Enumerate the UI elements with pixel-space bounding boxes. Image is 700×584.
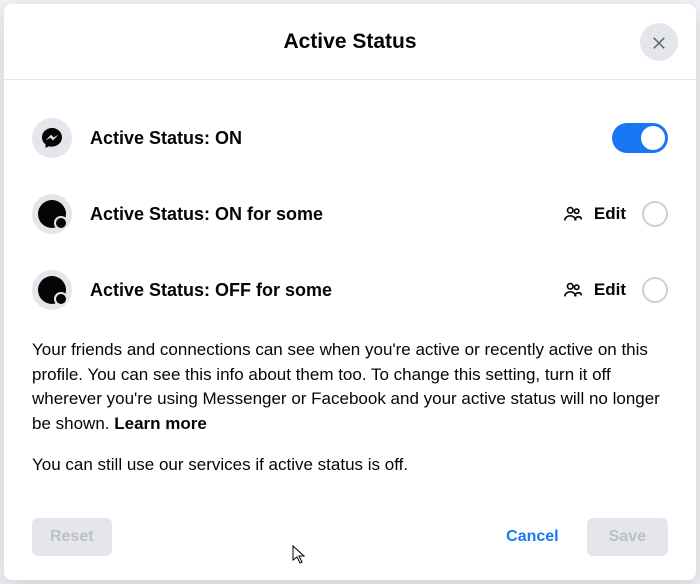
learn-more-link[interactable]: Learn more — [114, 414, 207, 433]
modal-body: Active Status: ON Active Status: ON for … — [4, 80, 696, 502]
row-off-some-label: Active Status: OFF for some — [90, 280, 562, 301]
modal-title: Active Status — [283, 30, 416, 54]
active-status-modal: Active Status Active Status: ON Active S… — [4, 4, 696, 580]
messenger-icon — [32, 118, 72, 158]
modal-footer: Reset Cancel Save — [4, 502, 696, 580]
description-text: Your friends and connections can see whe… — [32, 328, 668, 437]
close-button[interactable] — [640, 23, 678, 61]
edit-off-some[interactable]: Edit — [562, 279, 626, 301]
row-on-some: Active Status: ON for some Edit — [32, 176, 668, 252]
edit-on-some[interactable]: Edit — [562, 203, 626, 225]
radio-off-some[interactable] — [642, 277, 668, 303]
close-icon — [650, 33, 668, 51]
row-active-status: Active Status: ON — [32, 100, 668, 176]
row-off-some: Active Status: OFF for some Edit — [32, 252, 668, 328]
cancel-button[interactable]: Cancel — [488, 518, 576, 556]
radio-on-some[interactable] — [642, 201, 668, 227]
edit-on-some-text: Edit — [594, 204, 626, 224]
modal-header: Active Status — [4, 4, 696, 80]
row-on-some-label: Active Status: ON for some — [90, 204, 562, 225]
active-status-toggle[interactable] — [612, 123, 668, 153]
description-secondary: You can still use our services if active… — [32, 437, 668, 475]
reset-button[interactable]: Reset — [32, 518, 112, 556]
on-some-icon — [32, 194, 72, 234]
people-icon — [562, 279, 584, 301]
row-active-status-label: Active Status: ON — [90, 128, 612, 149]
people-icon — [562, 203, 584, 225]
save-button[interactable]: Save — [587, 518, 668, 556]
toggle-knob — [641, 126, 665, 150]
edit-off-some-text: Edit — [594, 280, 626, 300]
off-some-icon — [32, 270, 72, 310]
